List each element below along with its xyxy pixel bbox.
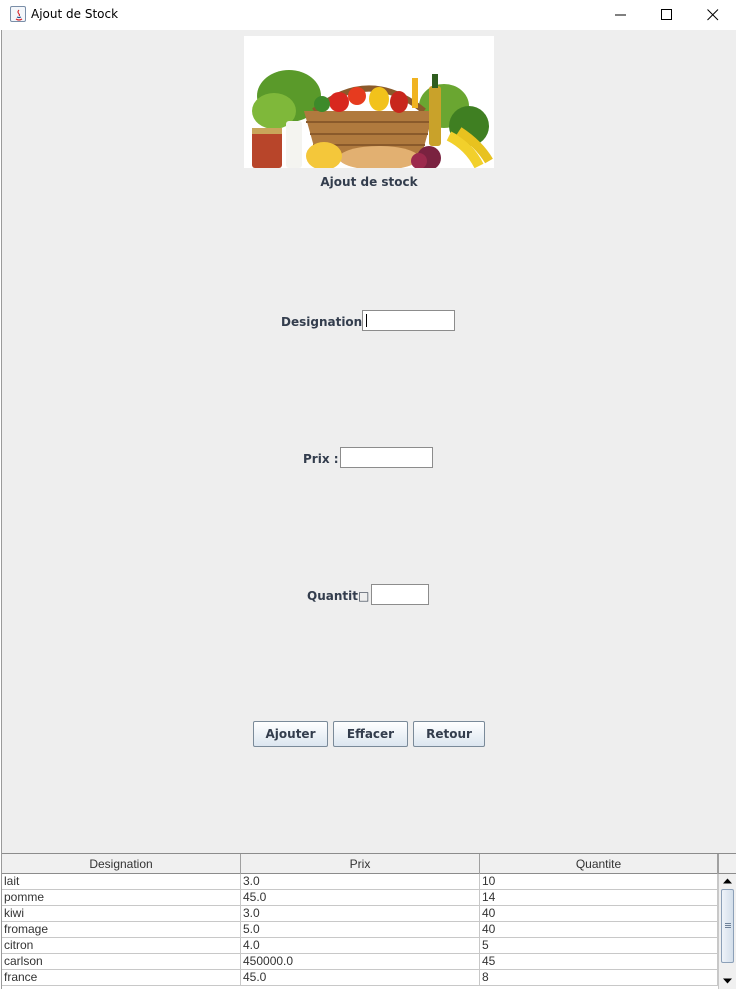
maximize-button[interactable]	[644, 0, 690, 30]
text-caret	[366, 314, 367, 327]
cell-prix: 3.0	[241, 874, 480, 890]
scroll-grip-line	[725, 925, 731, 926]
retour-button[interactable]: Retour	[413, 721, 485, 747]
table-header: Designation Prix Quantite	[2, 854, 718, 874]
cell-designation: pomme	[2, 890, 241, 906]
close-button[interactable]	[690, 0, 736, 30]
cell-prix: 450000.0	[241, 954, 480, 970]
scroll-down-button[interactable]	[719, 974, 736, 988]
cell-designation: lait	[2, 874, 241, 890]
food-basket-image	[244, 36, 494, 168]
cell-quantite: 40	[480, 922, 718, 938]
table-row[interactable]: carlson 450000.0 45	[2, 954, 718, 970]
window-title: Ajout de Stock	[31, 7, 119, 21]
table-row[interactable]: france 45.0 8	[2, 970, 718, 986]
cell-prix: 45.0	[241, 890, 480, 906]
column-header-prix[interactable]: Prix	[241, 854, 480, 874]
scroll-grip-line	[725, 927, 731, 928]
minimize-icon	[615, 14, 626, 16]
table-vertical-scrollbar[interactable]	[718, 874, 736, 989]
quantite-label: Quantit□ :	[307, 589, 379, 603]
cell-quantite: 8	[480, 970, 718, 986]
cell-quantite: 5	[480, 938, 718, 954]
maximize-icon	[661, 9, 672, 20]
table-row[interactable]: lait 3.0 10	[2, 874, 718, 890]
stock-form-panel: Ajout de stock Designation : Prix : Quan…	[2, 30, 736, 853]
table-row[interactable]: fromage 5.0 40	[2, 922, 718, 938]
column-header-designation[interactable]: Designation	[2, 854, 241, 874]
effacer-button[interactable]: Effacer	[333, 721, 408, 747]
scroll-thumb[interactable]	[721, 889, 734, 963]
designation-label: Designation :	[281, 315, 372, 329]
form-heading: Ajout de stock	[320, 175, 418, 189]
scroll-up-arrow-icon	[723, 878, 732, 884]
scroll-up-button[interactable]	[719, 874, 736, 888]
cell-prix: 45.0	[241, 970, 480, 986]
cell-quantite: 10	[480, 874, 718, 890]
quantite-input[interactable]	[371, 584, 429, 605]
table-row[interactable]: citron 4.0 5	[2, 938, 718, 954]
ajouter-button[interactable]: Ajouter	[253, 721, 328, 747]
designation-input[interactable]	[362, 310, 455, 331]
java-icon	[10, 6, 26, 22]
cell-prix: 4.0	[241, 938, 480, 954]
cell-prix: 3.0	[241, 906, 480, 922]
table-row[interactable]: kiwi 3.0 40	[2, 906, 718, 922]
table-row[interactable]: pomme 45.0 14	[2, 890, 718, 906]
scroll-down-arrow-icon	[723, 978, 732, 984]
cell-designation: carlson	[2, 954, 241, 970]
prix-input[interactable]	[340, 447, 433, 468]
close-icon	[707, 9, 719, 21]
scroll-grip-line	[725, 923, 731, 924]
cell-prix: 5.0	[241, 922, 480, 938]
cell-designation: france	[2, 970, 241, 986]
minimize-button[interactable]	[598, 0, 644, 30]
cell-designation: citron	[2, 938, 241, 954]
cell-quantite: 40	[480, 906, 718, 922]
stock-table: Designation Prix Quantite lait 3.0 10 po…	[2, 853, 736, 989]
prix-label: Prix :	[303, 452, 339, 466]
cell-designation: kiwi	[2, 906, 241, 922]
window-title-bar[interactable]: Ajout de Stock	[0, 0, 736, 30]
cell-quantite: 14	[480, 890, 718, 906]
column-header-quantite[interactable]: Quantite	[480, 854, 718, 874]
cell-designation: fromage	[2, 922, 241, 938]
table-header-corner	[718, 854, 736, 874]
cell-quantite: 45	[480, 954, 718, 970]
